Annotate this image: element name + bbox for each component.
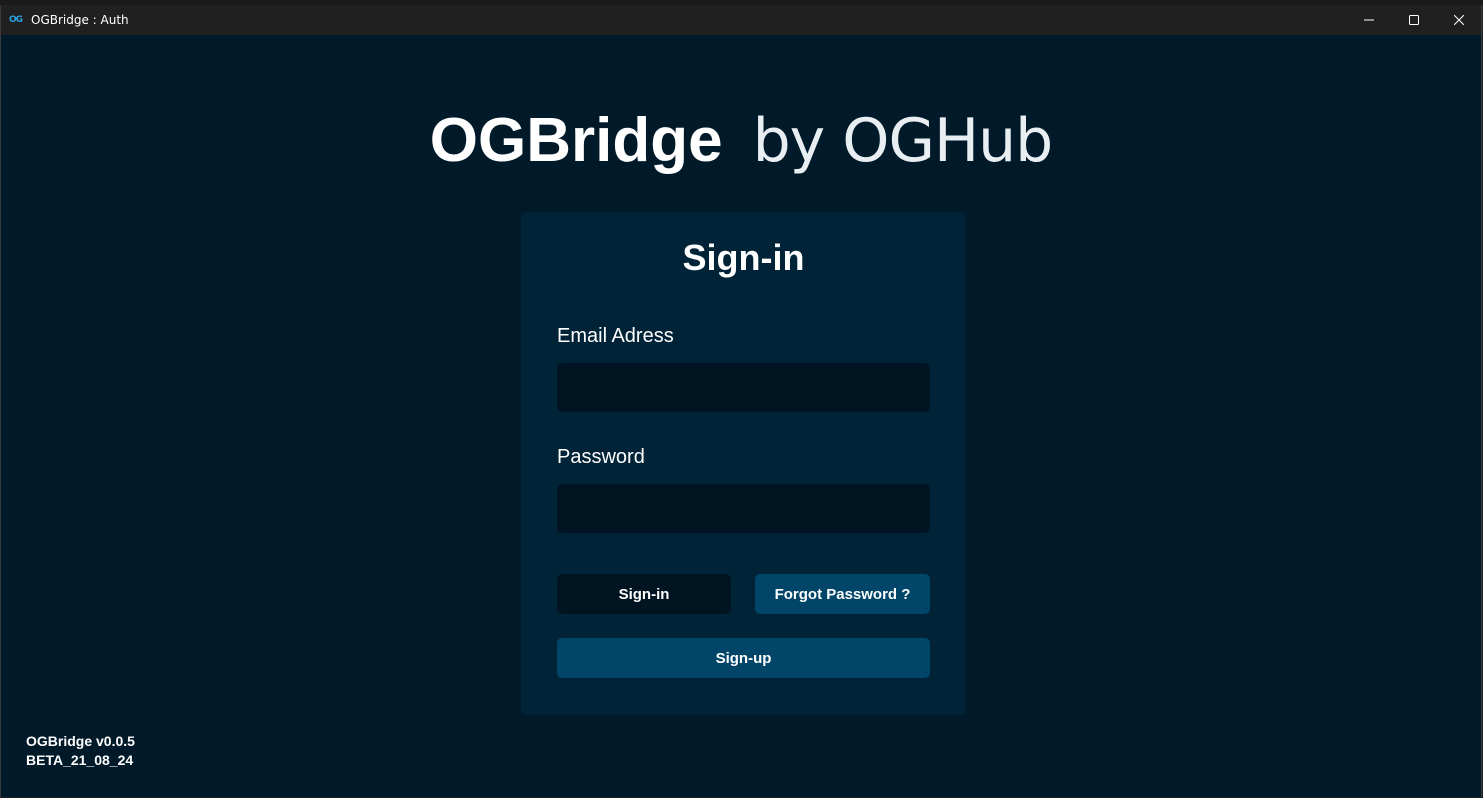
- window-controls: [1346, 5, 1481, 35]
- minimize-button[interactable]: [1346, 5, 1391, 35]
- maximize-button[interactable]: [1391, 5, 1436, 35]
- email-field[interactable]: [557, 363, 930, 412]
- password-label: Password: [557, 446, 645, 468]
- signin-card: Sign-in Email Adress Password Sign-in Fo…: [521, 212, 966, 715]
- maximize-icon: [1408, 15, 1419, 25]
- brand-heading: OGBridge by OGHub: [1, 101, 1481, 181]
- brand-name: OGBridge: [429, 106, 723, 175]
- minimize-icon: [1363, 19, 1374, 21]
- signup-button[interactable]: Sign-up: [557, 638, 930, 678]
- close-icon: [1453, 15, 1464, 25]
- version-info: OGBridge v0.0.5 BETA_21_08_24: [26, 732, 135, 770]
- signin-button[interactable]: Sign-in: [557, 574, 731, 614]
- app-window: OG OGBridge : Auth OGBridge by OGHub Sig…: [0, 5, 1482, 797]
- app-logo-icon: OG: [9, 15, 23, 25]
- brand-tagline: by OGHub: [752, 106, 1054, 176]
- email-label: Email Adress: [557, 325, 674, 347]
- password-field[interactable]: [557, 484, 930, 533]
- signin-title: Sign-in: [682, 237, 805, 278]
- forgot-password-button[interactable]: Forgot Password ?: [755, 574, 930, 614]
- auth-page: OGBridge by OGHub Sign-in Email Adress Pa…: [1, 35, 1481, 797]
- close-button[interactable]: [1436, 5, 1481, 35]
- version-label: OGBridge v0.0.5: [26, 733, 135, 749]
- title-bar[interactable]: OG OGBridge : Auth: [1, 5, 1481, 35]
- window-title: OGBridge : Auth: [31, 13, 129, 27]
- build-label: BETA_21_08_24: [26, 752, 134, 768]
